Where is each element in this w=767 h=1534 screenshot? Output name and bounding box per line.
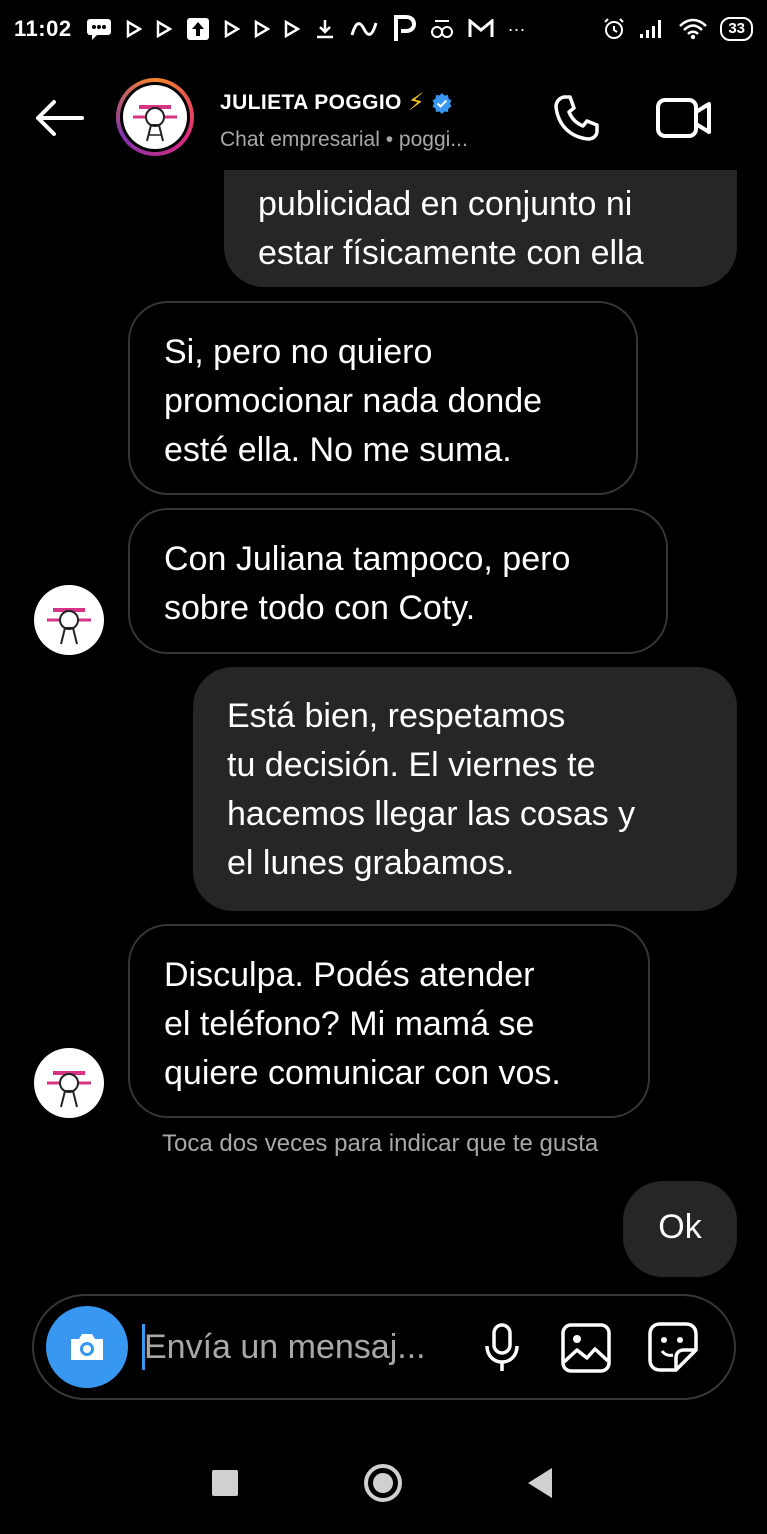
message-bubble-outgoing[interactable]: Está bien, respetamos tu decisión. El vi… (193, 667, 737, 911)
wifi-icon (679, 18, 708, 40)
avatar-logo (123, 85, 187, 149)
play-icon (224, 20, 240, 38)
video-call-icon[interactable] (654, 92, 714, 144)
back-arrow-icon[interactable] (32, 96, 86, 140)
message-bubble-outgoing[interactable]: publicidad en conjunto ni estar físicame… (224, 170, 737, 287)
contact-subtitle: Chat empresarial • poggi... (220, 128, 468, 151)
contact-name-text: JULIETA POGGIO (220, 90, 402, 114)
lightning-icon: ⚡ (407, 89, 426, 116)
signal-icon (640, 20, 662, 38)
status-right: 33 (602, 17, 753, 41)
recent-apps-button[interactable] (212, 1470, 238, 1496)
download-icon (316, 20, 333, 39)
status-bar: 11:02 ··· 33 (0, 0, 767, 58)
system-nav-bar (0, 1440, 767, 1534)
alarm-icon (604, 18, 625, 39)
message-bubble-incoming[interactable]: Con Juliana tampoco, pero sobre todo con… (128, 508, 668, 654)
home-button[interactable] (364, 1464, 402, 1502)
chat-header: JULIETA POGGIO ⚡ Chat empresarial • pogg… (0, 68, 767, 168)
message-list: publicidad en conjunto ni estar físicame… (0, 170, 767, 1280)
gallery-icon[interactable] (560, 1322, 612, 1374)
camera-button[interactable] (46, 1306, 128, 1388)
back-button[interactable] (528, 1468, 552, 1498)
message-input[interactable] (144, 1316, 474, 1378)
verified-badge-icon (432, 92, 452, 114)
battery-icon: 33 (720, 17, 753, 41)
play-icon (126, 20, 142, 38)
sms-icon (86, 19, 111, 40)
sender-avatar[interactable] (34, 1048, 104, 1118)
microphone-icon[interactable] (482, 1322, 522, 1374)
sticker-icon[interactable] (646, 1320, 700, 1374)
camera-icon (71, 1334, 103, 1360)
message-bubble-incoming[interactable]: Disculpa. Podés atender el teléfono? Mi … (128, 924, 650, 1118)
play-icon (156, 20, 172, 38)
paypal-icon (393, 15, 416, 41)
message-bubble-outgoing[interactable]: Ok (623, 1181, 737, 1277)
message-bubble-incoming[interactable]: Si, pero no quiero promocionar nada dond… (128, 301, 638, 495)
app-icon (430, 20, 453, 38)
like-hint: Toca dos veces para indicar que te gusta (162, 1130, 599, 1157)
sender-avatar[interactable] (34, 585, 104, 655)
play-icon (284, 20, 300, 38)
message-composer (32, 1294, 736, 1400)
contact-name[interactable]: JULIETA POGGIO ⚡ (220, 88, 453, 117)
upload-icon (186, 18, 209, 40)
play-icon (254, 20, 270, 38)
notification-icons: ··· (86, 15, 526, 43)
phone-call-icon[interactable] (550, 92, 602, 144)
app-icon (350, 22, 378, 36)
profile-avatar[interactable] (116, 78, 194, 156)
status-time: 11:02 (14, 16, 72, 41)
more-icon: ··· (507, 18, 526, 39)
gmail-icon (468, 19, 494, 37)
